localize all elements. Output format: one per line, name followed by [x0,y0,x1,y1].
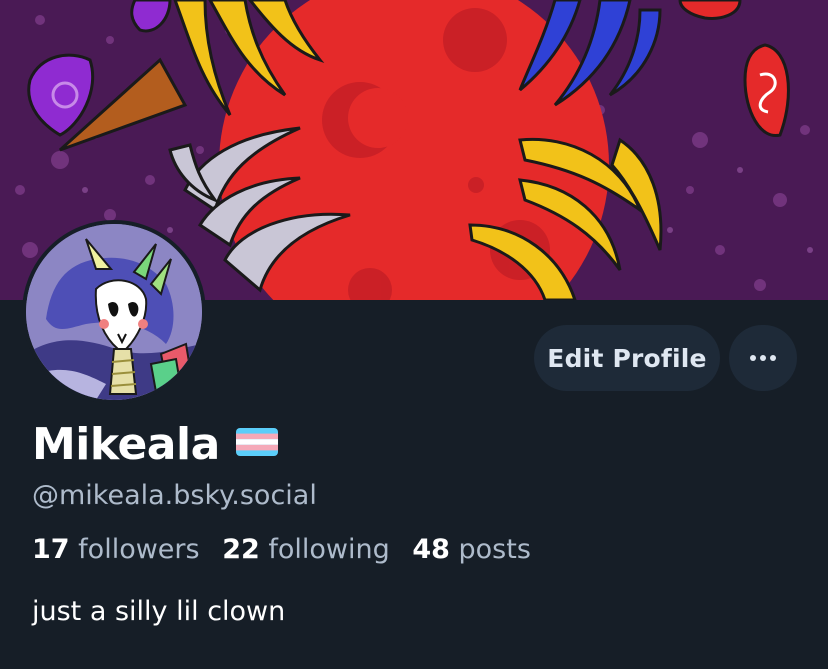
posts-stat: 48 posts [412,534,531,565]
avatar-image [26,224,202,400]
profile-stats: 17 followers 22 following 48 posts [32,534,545,565]
trans-flag-icon [235,428,278,460]
following-label: following [268,534,390,565]
bio: just a silly lil clown [32,596,286,627]
following-count: 22 [222,534,260,565]
display-name-row: Mikeala [32,416,278,472]
edit-profile-button[interactable]: Edit Profile [534,325,720,391]
following-link[interactable]: 22 following [222,534,390,565]
followers-link[interactable]: 17 followers [32,534,200,565]
handle: @mikeala.bsky.social [32,480,317,511]
edit-profile-label: Edit Profile [547,343,707,373]
followers-count: 17 [32,534,70,565]
posts-count: 48 [412,534,450,565]
display-name: Mikeala [32,418,220,470]
more-options-button[interactable] [729,325,797,391]
posts-label: posts [458,534,531,565]
avatar[interactable] [22,220,206,404]
ellipsis-icon [750,355,776,361]
followers-label: followers [78,534,200,565]
